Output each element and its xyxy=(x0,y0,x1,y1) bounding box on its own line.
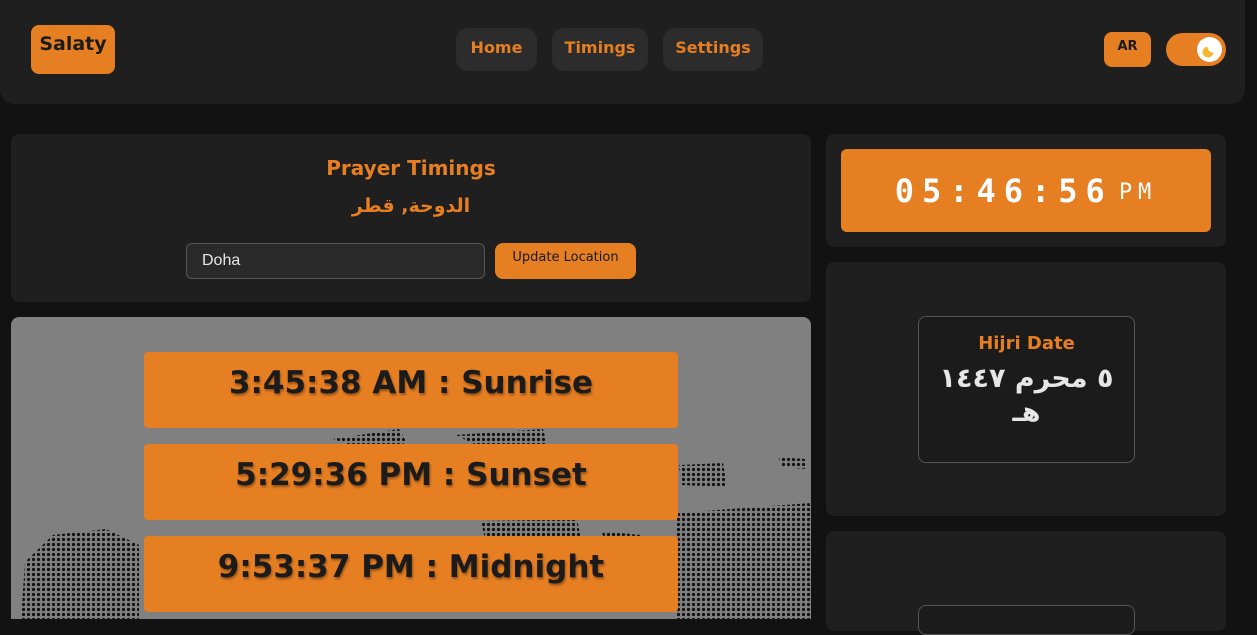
moon-icon xyxy=(1202,46,1213,57)
hijri-date-value: ٥ محرم ١٤٤٧ هـ xyxy=(939,363,1114,428)
prayer-time-text: 3:45:38 AM : Sunrise xyxy=(228,365,594,401)
city-arabic-label: الدوحة, قطر xyxy=(351,195,471,217)
app-logo-text: Salaty xyxy=(39,33,107,55)
prayer-time-midnight: 9:53:37 PM : Midnight xyxy=(144,536,678,612)
nav-home-label: Home xyxy=(470,38,523,57)
digital-clock: 05:46:56 PM xyxy=(841,149,1211,232)
theme-toggle-switch[interactable] xyxy=(1166,33,1226,66)
world-map-panel: 3:45:38 AM : Sunrise 5:29:36 PM : Sunset… xyxy=(11,317,811,619)
nav-settings-label: Settings xyxy=(675,38,751,57)
prayer-time-sunset: 5:29:36 PM : Sunset xyxy=(144,444,678,520)
nav-home-button[interactable]: Home xyxy=(456,28,537,71)
hijri-date-box: Hijri Date ٥ محرم ١٤٤٧ هـ xyxy=(918,316,1135,463)
app-logo[interactable]: Salaty xyxy=(31,25,115,74)
hijri-date-label: Hijri Date xyxy=(978,333,1075,354)
nav-settings-button[interactable]: Settings xyxy=(663,28,763,71)
nav-timings-label: Timings xyxy=(564,38,636,57)
language-toggle-button[interactable]: AR xyxy=(1104,32,1151,67)
prayer-timings-title: Prayer Timings xyxy=(326,156,496,180)
clock-ampm: PM xyxy=(1118,180,1158,205)
prayer-time-text: 9:53:37 PM : Midnight xyxy=(217,549,605,585)
theme-toggle-knob xyxy=(1197,37,1222,62)
nav-timings-button[interactable]: Timings xyxy=(552,28,648,71)
location-input[interactable] xyxy=(186,243,485,279)
language-toggle-label: AR xyxy=(1117,39,1138,54)
top-navigation-bar: Salaty Home Timings Settings AR xyxy=(0,0,1245,104)
prayer-time-sunrise: 3:45:38 AM : Sunrise xyxy=(144,352,678,428)
extra-card-box xyxy=(918,605,1135,635)
update-location-button[interactable]: Update Location xyxy=(495,243,636,279)
prayer-time-text: 5:29:36 PM : Sunset xyxy=(235,457,587,493)
clock-time: 05:46:56 xyxy=(894,171,1113,210)
